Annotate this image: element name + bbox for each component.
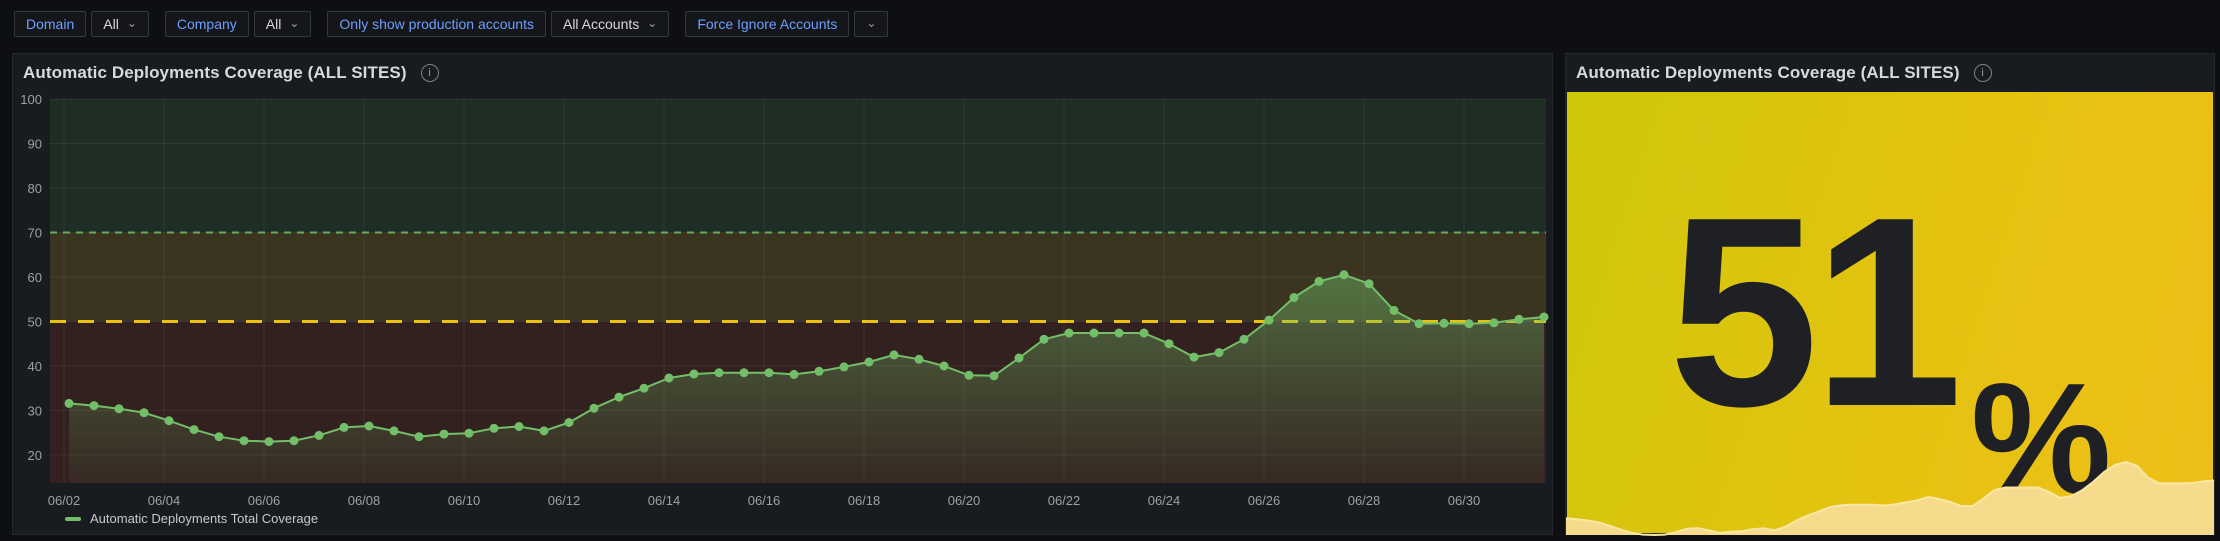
chevron-down-icon: ⌄ <box>126 16 137 30</box>
timeseries-panel: Automatic Deployments Coverage (ALL SITE… <box>12 53 1553 535</box>
stat-panel: Automatic Deployments Coverage (ALL SITE… <box>1565 53 2215 535</box>
variable-production-accounts: Only show production accounts All Accoun… <box>327 11 670 37</box>
legend-item[interactable]: Automatic Deployments Total Coverage <box>65 511 318 526</box>
stat-value-block: 51 % <box>1566 92 2214 534</box>
variable-company-label: Company <box>164 11 249 37</box>
variable-domain: Domain All ⌄ <box>14 11 149 37</box>
variable-production-accounts-dropdown[interactable]: All Accounts ⌄ <box>550 11 670 37</box>
chevron-down-icon: ⌄ <box>647 16 658 30</box>
variable-production-accounts-label: Only show production accounts <box>327 11 546 37</box>
chevron-down-icon: ⌄ <box>866 16 877 30</box>
variable-domain-label: Domain <box>14 11 87 37</box>
info-icon[interactable] <box>1973 64 1992 82</box>
variable-company: Company All ⌄ <box>164 11 312 37</box>
chevron-down-icon: ⌄ <box>289 16 300 30</box>
legend-series-marker <box>65 516 81 521</box>
stat-panel-header[interactable]: Automatic Deployments Coverage (ALL SITE… <box>1566 54 2214 92</box>
stat-panel-title[interactable]: Automatic Deployments Coverage (ALL SITE… <box>1576 63 1960 83</box>
timeseries-panel-title[interactable]: Automatic Deployments Coverage (ALL SITE… <box>23 63 407 83</box>
variable-force-ignore-accounts-label: Force Ignore Accounts <box>685 11 850 37</box>
legend-series-label: Automatic Deployments Total Coverage <box>90 511 319 526</box>
stat-unit: % <box>1970 351 2112 528</box>
stat-value: 51 <box>1668 161 1963 463</box>
dashboard-variables-toolbar: Domain All ⌄ Company All ⌄ Only show produ… <box>14 11 904 37</box>
variable-company-dropdown[interactable]: All ⌄ <box>253 11 312 37</box>
variable-force-ignore-accounts: Force Ignore Accounts ⌄ <box>685 11 889 37</box>
variable-force-ignore-accounts-dropdown[interactable]: ⌄ <box>854 11 889 37</box>
timeseries-panel-header[interactable]: Automatic Deployments Coverage (ALL SITE… <box>13 54 1552 92</box>
info-icon[interactable] <box>420 64 439 82</box>
variable-domain-dropdown[interactable]: All ⌄ <box>91 11 149 37</box>
